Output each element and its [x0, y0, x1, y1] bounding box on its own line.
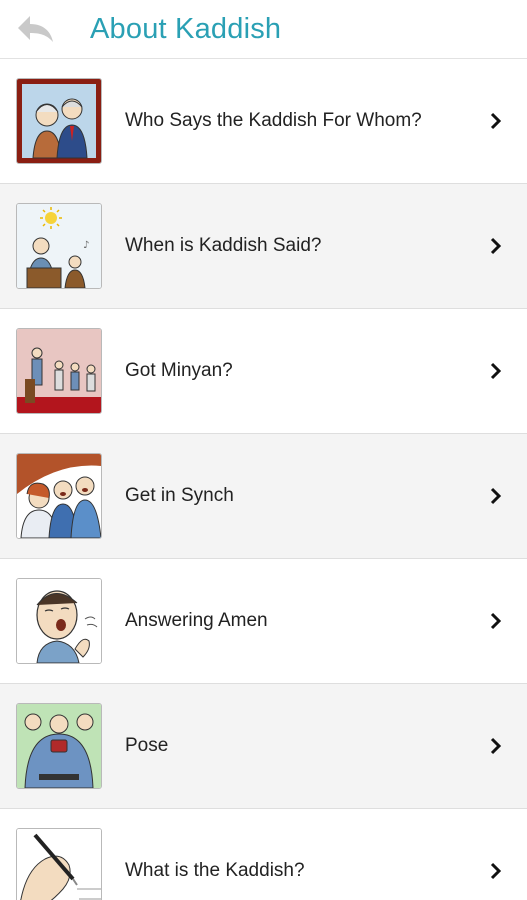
list-item-label: Answering Amen	[125, 610, 268, 631]
back-arrow-icon	[18, 16, 53, 42]
list-item[interactable]: Answering Amen	[0, 559, 527, 684]
man-bowing-pose-thumbnail	[16, 703, 102, 789]
list-item-label: Who Says the Kaddish For Whom?	[125, 110, 422, 131]
man-answering-amen-thumbnail	[16, 578, 102, 664]
man-at-lectern-thumbnail: ♪	[16, 203, 102, 289]
list-item[interactable]: Got Minyan?	[0, 309, 527, 434]
chevron-right-icon	[481, 737, 511, 755]
chevron-right-icon	[481, 862, 511, 880]
app-header: About Kaddish	[0, 0, 527, 59]
men-praying-thumbnail	[16, 328, 102, 414]
list-item[interactable]: ♪ When is Kaddish Said?	[0, 184, 527, 309]
list-item[interactable]: Who Says the Kaddish For Whom?	[0, 59, 527, 184]
chevron-right-icon	[481, 362, 511, 380]
topic-list: Who Says the Kaddish For Whom? ♪ When is…	[0, 59, 527, 900]
chevron-right-icon	[481, 112, 511, 130]
list-item-label: Pose	[125, 735, 169, 756]
list-item-label: Get in Synch	[125, 485, 234, 506]
list-item-label: What is the Kaddish?	[125, 860, 305, 881]
chevron-right-icon	[481, 612, 511, 630]
list-item-label: Got Minyan?	[125, 360, 233, 381]
page-title: About Kaddish	[90, 12, 282, 45]
list-item[interactable]: Pose	[0, 684, 527, 809]
chevron-right-icon	[481, 487, 511, 505]
list-item[interactable]: What is the Kaddish?	[0, 809, 527, 900]
people-singing-thumbnail	[16, 453, 102, 539]
list-item[interactable]: Get in Synch	[0, 434, 527, 559]
svg-text:♪: ♪	[83, 240, 89, 251]
list-item-label: When is Kaddish Said?	[125, 235, 322, 256]
chevron-right-icon	[481, 237, 511, 255]
hand-writing-thumbnail	[16, 828, 102, 900]
back-button[interactable]	[0, 0, 90, 59]
elderly-couple-thumbnail	[16, 78, 102, 164]
